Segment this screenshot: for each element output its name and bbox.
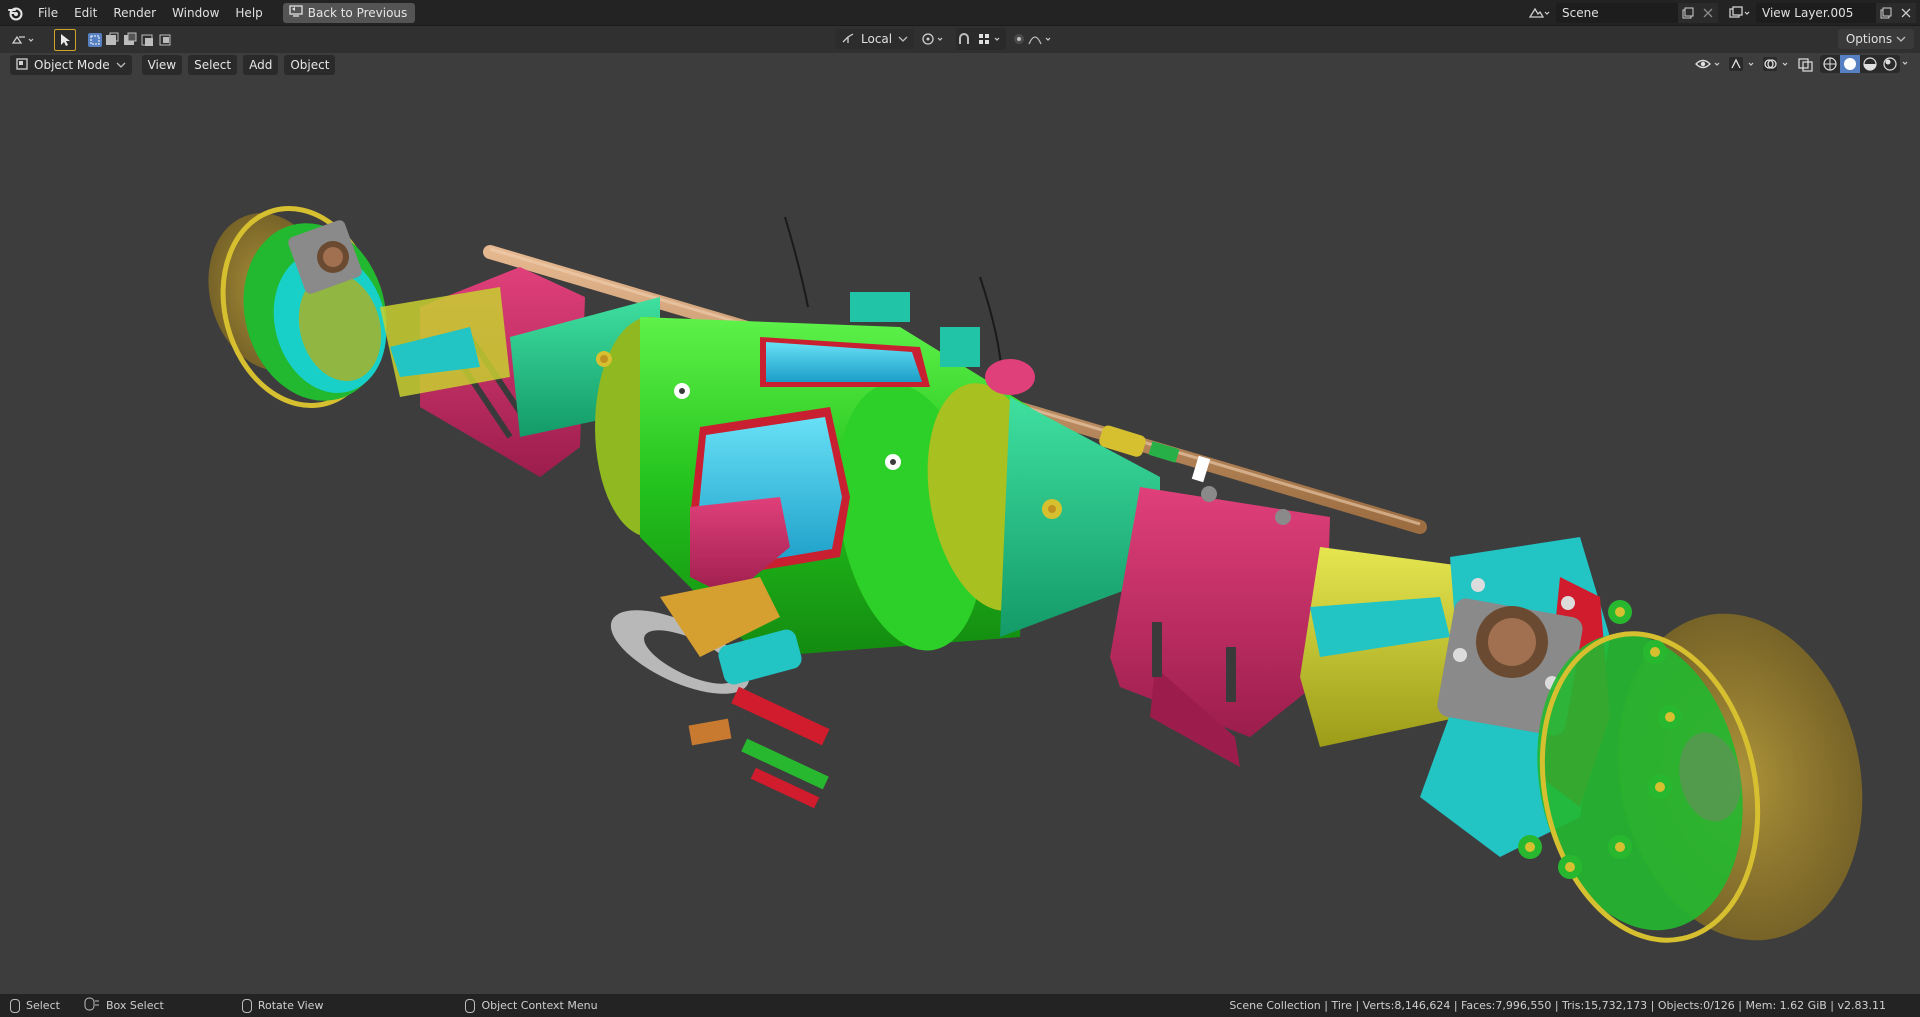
close-view-layer-icon[interactable] — [1896, 3, 1916, 23]
viewport-header: Object Mode View Select Add Object — [0, 53, 1920, 77]
editor-type-icon[interactable] — [6, 29, 42, 51]
chevron-down-icon — [116, 58, 126, 72]
menu-render[interactable]: Render — [105, 2, 164, 24]
3d-viewport[interactable] — [0, 77, 1920, 994]
status-hint-context: Object Context Menu — [465, 998, 598, 1013]
top-menu-bar: File Edit Render Window Help Back to Pre… — [0, 0, 1920, 26]
scene-icon[interactable] — [1522, 3, 1556, 23]
status-hint-select-label: Select — [26, 999, 60, 1012]
status-hint-rotate-label: Rotate View — [257, 999, 324, 1012]
chevron-down-icon — [1896, 32, 1906, 46]
scene-name-field[interactable]: Scene — [1556, 3, 1678, 23]
transform-orientation-label: Local — [861, 32, 893, 46]
left-tire — [208, 205, 387, 409]
workspace-selectors: Scene View Layer.005 — [1522, 0, 1920, 26]
visibility-eye-icon[interactable] — [1694, 56, 1724, 75]
menu-object[interactable]: Object — [284, 55, 336, 75]
orientation-icon — [841, 32, 855, 47]
status-bar: Select Box Select Rotate View Object Con… — [0, 994, 1920, 1017]
object-mode-label: Object Mode — [34, 58, 110, 72]
viewport-shading-controls — [1694, 54, 1910, 76]
transform-orientation-dropdown[interactable]: Local — [835, 29, 915, 49]
object-mode-dropdown[interactable]: Object Mode — [10, 55, 132, 75]
new-view-layer-icon[interactable] — [1876, 3, 1896, 23]
status-hint-rotate: Rotate View — [241, 998, 324, 1013]
close-scene-icon[interactable] — [1698, 3, 1718, 23]
mouse-right-icon — [465, 998, 476, 1013]
scene-statistics: Scene Collection | Tire | Verts:8,146,62… — [1229, 999, 1886, 1012]
viewport-render — [208, 205, 1863, 943]
back-icon — [289, 5, 303, 20]
back-to-previous-label: Back to Previous — [307, 5, 408, 20]
object-mode-icon — [16, 57, 28, 73]
overlays-icon[interactable] — [1762, 56, 1792, 75]
menu-help[interactable]: Help — [227, 2, 270, 24]
view-layer-selector[interactable]: View Layer.005 — [1756, 3, 1916, 23]
new-scene-icon[interactable] — [1678, 3, 1698, 23]
menu-select[interactable]: Select — [188, 55, 238, 75]
options-dropdown[interactable]: Options — [1837, 29, 1914, 49]
menu-file[interactable]: File — [30, 2, 66, 24]
select-box-icon[interactable] — [86, 29, 176, 51]
status-hint-box-select: Box Select — [84, 997, 164, 1014]
status-hint-context-label: Object Context Menu — [481, 999, 598, 1012]
view-layer-icon[interactable] — [1722, 3, 1756, 23]
menu-add[interactable]: Add — [243, 55, 279, 75]
scene-selector[interactable]: Scene — [1556, 3, 1718, 23]
mouse-left-icon — [10, 998, 20, 1013]
status-hint-box-select-label: Box Select — [105, 999, 164, 1012]
gizmo-icon[interactable] — [1728, 56, 1758, 75]
options-label: Options — [1845, 32, 1893, 46]
right-bracket — [1110, 486, 1330, 767]
proportional-editing-icon[interactable] — [1012, 28, 1060, 50]
xray-toggle-icon[interactable] — [1796, 56, 1816, 75]
mouse-drag-icon — [84, 997, 100, 1014]
snap-icon[interactable] — [956, 28, 1007, 50]
view-layer-name-field[interactable]: View Layer.005 — [1756, 3, 1876, 23]
menu-view[interactable]: View — [141, 55, 183, 75]
status-hint-select: Select — [10, 998, 60, 1013]
menu-window[interactable]: Window — [164, 2, 227, 24]
center-tool-group: Local — [835, 28, 1060, 50]
blender-logo-icon[interactable] — [0, 0, 30, 26]
menu-edit[interactable]: Edit — [66, 2, 105, 24]
mouse-middle-icon — [241, 998, 252, 1013]
chevron-down-icon — [898, 32, 908, 46]
back-to-previous-button[interactable]: Back to Previous — [282, 2, 416, 23]
shading-mode-group[interactable] — [1820, 54, 1910, 76]
cursor-icon[interactable] — [54, 28, 76, 51]
pivot-point-icon[interactable] — [920, 28, 950, 50]
tool-header: Local Options — [0, 26, 1920, 53]
